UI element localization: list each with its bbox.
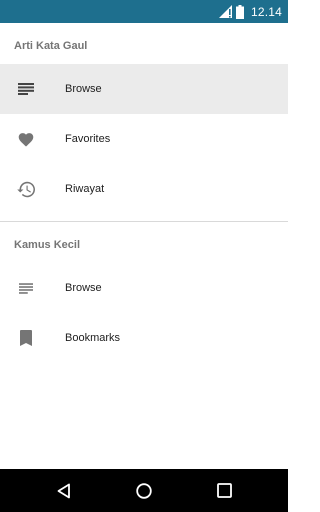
drawer-item-browse-arti[interactable]: Browse [0, 64, 288, 114]
drawer-item-label: Riwayat [65, 183, 105, 195]
status-time: 12.14 [250, 4, 282, 19]
bookmark-icon [15, 327, 37, 349]
drawer-item-label: Browse [65, 83, 102, 95]
section-header-arti-kata-gaul: Arti Kata Gaul [14, 40, 88, 52]
drawer-item-label: Favorites [65, 133, 111, 145]
drawer-item-favorites[interactable]: Favorites [0, 114, 288, 164]
battery-icon [235, 4, 244, 19]
drawer-item-label: Browse [65, 282, 102, 294]
drawer-item-riwayat[interactable]: Riwayat [0, 164, 288, 214]
list-icon [15, 277, 37, 299]
signal-icon [218, 5, 232, 18]
back-icon[interactable] [54, 481, 74, 501]
drawer-item-browse-kamus[interactable]: Browse [0, 263, 288, 313]
drawer-item-bookmarks[interactable]: Bookmarks [0, 313, 288, 363]
section-header-kamus-kecil: Kamus Kecil [14, 239, 81, 251]
navigation-drawer: Arti Kata Gaul Browse Favorites Riwayat … [0, 23, 288, 363]
heart-icon [15, 128, 37, 150]
system-nav-bar [0, 469, 288, 512]
status-bar: 12.14 [0, 0, 288, 23]
recents-icon[interactable] [214, 481, 234, 501]
home-icon[interactable] [134, 481, 154, 501]
list-icon [15, 78, 37, 100]
drawer-item-label: Bookmarks [65, 332, 121, 344]
history-icon [15, 178, 37, 200]
